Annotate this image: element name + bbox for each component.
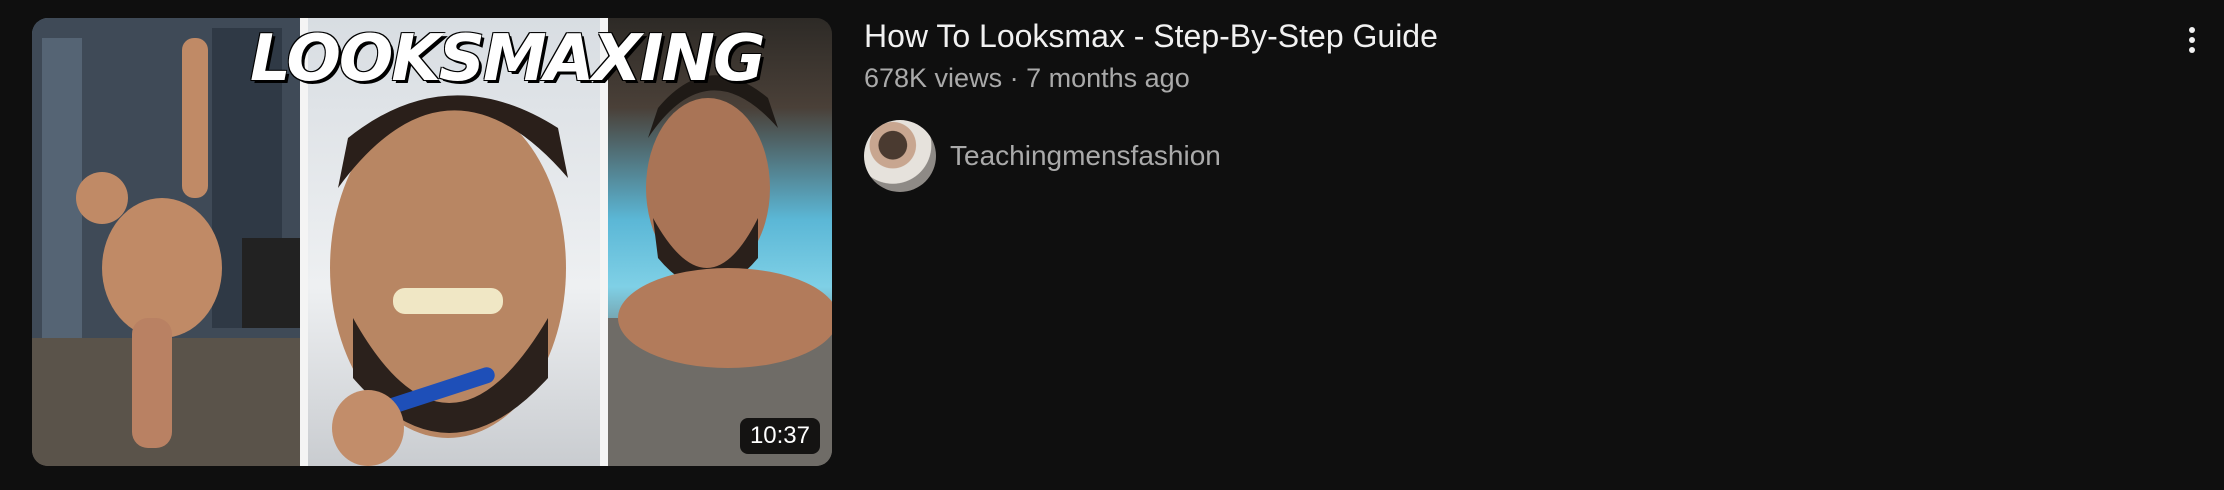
channel-info[interactable]: Teachingmensfashion [864, 120, 1221, 192]
video-thumbnail[interactable]: LOOKSMAXING 10:37 [32, 18, 832, 466]
channel-name[interactable]: Teachingmensfashion [950, 140, 1221, 172]
video-stats: 678K views · 7 months ago [864, 58, 1438, 98]
channel-avatar[interactable] [864, 120, 936, 192]
video-result[interactable]: LOOKSMAXING 10:37 How To Looksmax - Step… [0, 0, 2224, 490]
upload-age: 7 months ago [1026, 63, 1190, 93]
stats-separator: · [1009, 63, 1019, 93]
video-title[interactable]: How To Looksmax - Step-By-Step Guide [864, 14, 1438, 58]
duration-badge: 10:37 [739, 418, 820, 454]
thumbnail-title-text: LOOKSMAXING [250, 22, 765, 96]
video-meta: How To Looksmax - Step-By-Step Guide 678… [864, 14, 1438, 98]
more-vert-icon[interactable] [2172, 20, 2212, 60]
more-vert-icon-glyph [2189, 27, 2195, 53]
view-count: 678K views [864, 63, 1003, 93]
